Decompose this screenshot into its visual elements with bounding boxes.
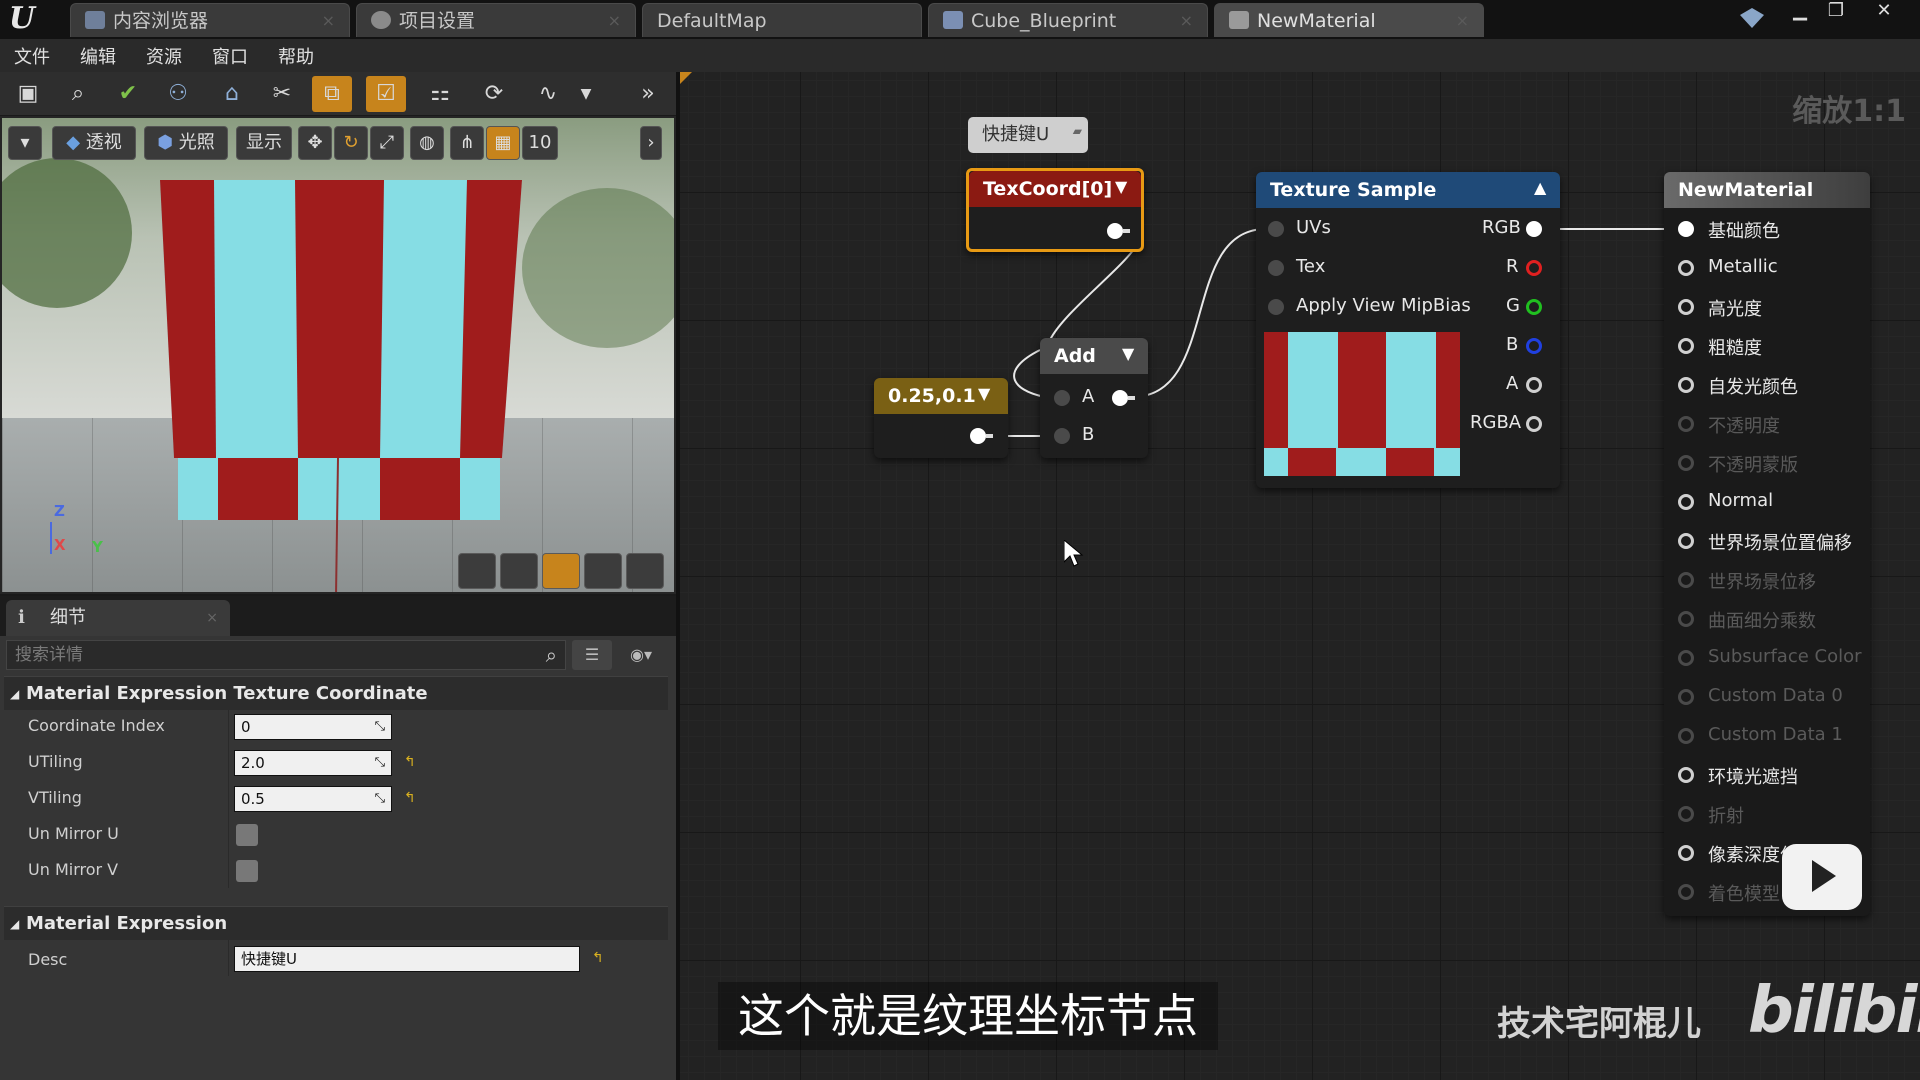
- output-pin[interactable]: [970, 428, 986, 444]
- material-input-pin[interactable]: [1678, 533, 1694, 549]
- material-input-label: 不透明度: [1708, 416, 1780, 437]
- material-input-label: Normal: [1708, 490, 1774, 511]
- pin-label-b: B: [1506, 334, 1519, 355]
- material-input-pin[interactable]: [1678, 338, 1694, 354]
- material-input-label: Metallic: [1708, 256, 1778, 277]
- bilibili-logo: bilibili: [1748, 974, 1920, 1048]
- input-pin-b[interactable]: [1054, 428, 1070, 444]
- pin-label-rgb: RGB: [1482, 217, 1521, 238]
- pin-label-b: B: [1082, 424, 1095, 445]
- material-input-label: 世界场景位移: [1708, 572, 1816, 593]
- pin-label-g: G: [1506, 295, 1520, 316]
- material-input-pin[interactable]: [1678, 611, 1694, 627]
- pin-label-tex: Tex: [1296, 256, 1326, 277]
- material-input-pin[interactable]: [1678, 221, 1694, 237]
- material-input-pin[interactable]: [1678, 767, 1694, 783]
- node-title: TexCoord[0]: [983, 178, 1113, 200]
- material-input-pin[interactable]: [1678, 728, 1694, 744]
- pin-label-uvs: UVs: [1296, 217, 1331, 238]
- output-pin-rgb[interactable]: [1526, 221, 1542, 237]
- material-input-pin[interactable]: [1678, 455, 1694, 471]
- material-input-label: 着色模型: [1708, 884, 1780, 905]
- node-texcoord[interactable]: TexCoord[0] ▼: [966, 168, 1144, 252]
- input-pin-a[interactable]: [1054, 390, 1070, 406]
- material-input-label: Subsurface Color: [1708, 646, 1862, 667]
- pin-label-a: A: [1082, 386, 1095, 407]
- chevron-down-icon[interactable]: ▼: [1122, 344, 1134, 363]
- material-input-pin[interactable]: [1678, 260, 1694, 276]
- material-input-label: 自发光颜色: [1708, 377, 1798, 398]
- pin-label-mipbias: Apply View MipBias: [1296, 295, 1471, 316]
- node-title: 0.25,0.1: [888, 385, 976, 407]
- material-input-pin[interactable]: [1678, 572, 1694, 588]
- pin-arrow: [986, 434, 993, 438]
- material-input-label: 高光度: [1708, 299, 1762, 320]
- play-icon: [1812, 860, 1836, 892]
- node-comment[interactable]: 快捷键U ▰: [968, 117, 1088, 153]
- chevron-down-icon[interactable]: ▼: [1115, 177, 1127, 196]
- pin-arrow: [1123, 229, 1130, 233]
- collapse-up-icon[interactable]: ▲: [1534, 178, 1546, 197]
- node-constant2vector[interactable]: 0.25,0.1 ▼: [874, 378, 1008, 458]
- output-pin[interactable]: [1112, 390, 1128, 406]
- material-input-label: 粗糙度: [1708, 338, 1762, 359]
- video-play-badge[interactable]: [1782, 844, 1862, 910]
- input-pin-uvs[interactable]: [1268, 221, 1284, 237]
- material-input-label: 折射: [1708, 806, 1744, 827]
- node-texture-sample[interactable]: Texture Sample ▲ UVs Tex Apply View MipB…: [1256, 172, 1560, 488]
- comment-text: 快捷键U: [982, 124, 1050, 145]
- output-pin-b[interactable]: [1526, 338, 1542, 354]
- pin-label-rgba: RGBA: [1470, 412, 1522, 433]
- material-input-label: 不透明蒙版: [1708, 455, 1798, 476]
- material-input-pin[interactable]: [1678, 416, 1694, 432]
- video-subtitle: 这个就是纹理坐标节点: [718, 982, 1218, 1050]
- material-input-pin[interactable]: [1678, 845, 1694, 861]
- material-input-label: Custom Data 1: [1708, 724, 1843, 745]
- material-input-pin[interactable]: [1678, 377, 1694, 393]
- material-input-pin[interactable]: [1678, 650, 1694, 666]
- material-input-pin[interactable]: [1678, 494, 1694, 510]
- node-add[interactable]: Add ▼ A B: [1040, 338, 1148, 458]
- output-pin-g[interactable]: [1526, 299, 1542, 315]
- material-input-pin[interactable]: [1678, 884, 1694, 900]
- output-pin-a[interactable]: [1526, 377, 1542, 393]
- input-pin-mipbias[interactable]: [1268, 299, 1284, 315]
- material-input-pin[interactable]: [1678, 806, 1694, 822]
- material-input-label: 环境光遮挡: [1708, 767, 1798, 788]
- chevron-down-icon[interactable]: ▼: [978, 384, 990, 403]
- author-watermark: 技术宅阿棍儿: [1497, 1004, 1701, 1044]
- node-material-result[interactable]: NewMaterial 基础颜色 Metallic 高光度粗糙度自发光颜色不透明度不…: [1664, 172, 1870, 916]
- material-input-label: Custom Data 0: [1708, 685, 1843, 706]
- node-header: Texture Sample: [1256, 172, 1560, 208]
- texture-preview-thumbnail: [1264, 332, 1460, 476]
- pin-comment-icon[interactable]: ▰: [1073, 113, 1082, 149]
- pin-label-a: A: [1506, 373, 1519, 394]
- mouse-cursor-icon: [1064, 540, 1084, 567]
- output-pin[interactable]: [1107, 223, 1123, 239]
- material-input-label: 基础颜色: [1708, 221, 1780, 242]
- node-header: NewMaterial: [1664, 172, 1870, 208]
- graph-wires: [1004, 228, 1688, 437]
- input-pin-tex[interactable]: [1268, 260, 1284, 276]
- node-title: NewMaterial: [1678, 179, 1814, 201]
- material-input-label: 世界场景位置偏移: [1708, 533, 1852, 554]
- pin-label-r: R: [1506, 256, 1519, 277]
- output-pin-r[interactable]: [1526, 260, 1542, 276]
- ue4-material-editor: U 内容浏览器 × 项目设置 × DefaultMap Cube_Bluepri…: [0, 0, 1920, 1080]
- material-input-label: 曲面细分乘数: [1708, 611, 1816, 632]
- pin-arrow: [1128, 396, 1135, 400]
- material-input-pin[interactable]: [1678, 299, 1694, 315]
- output-pin-rgba[interactable]: [1526, 416, 1542, 432]
- node-title: Add: [1054, 345, 1096, 367]
- material-input-pin[interactable]: [1678, 689, 1694, 705]
- node-title: Texture Sample: [1270, 179, 1437, 201]
